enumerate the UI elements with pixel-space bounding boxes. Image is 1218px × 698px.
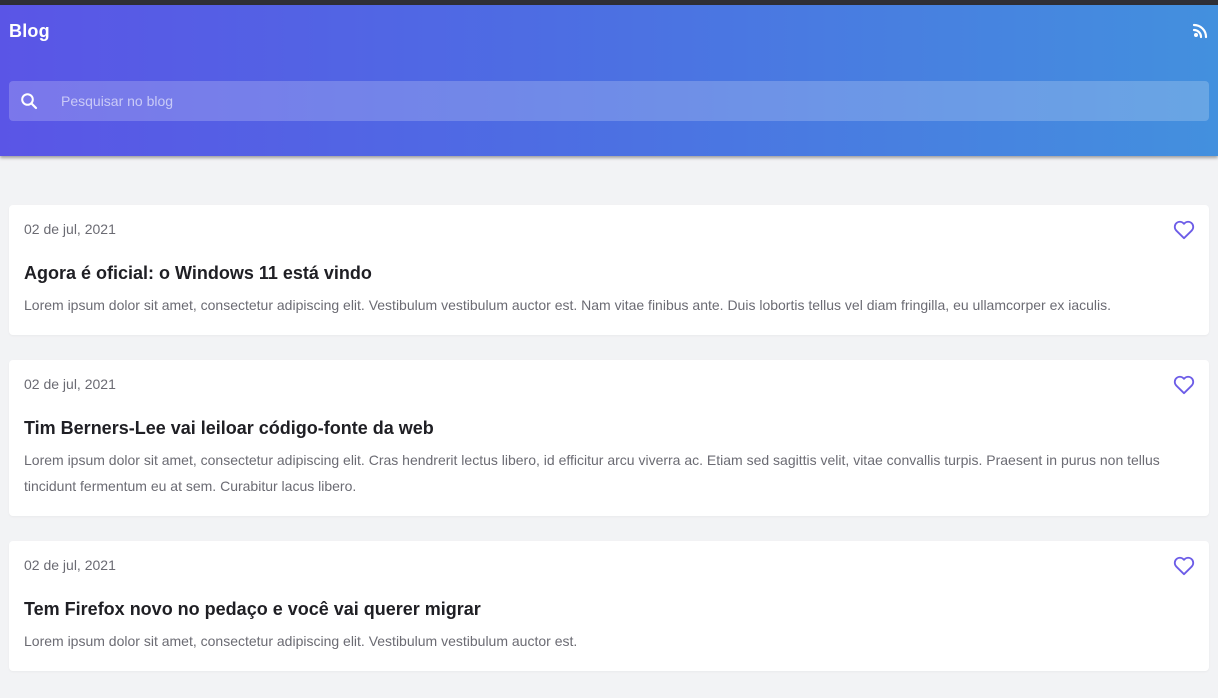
post-title[interactable]: Tem Firefox novo no pedaço e você vai qu… — [24, 597, 1194, 621]
post-card[interactable]: 02 de jul, 2021 Tim Berners-Lee vai leil… — [9, 360, 1209, 516]
heart-outline-icon[interactable] — [1173, 220, 1195, 240]
heart-outline-icon[interactable] — [1173, 375, 1195, 395]
search-icon — [19, 91, 39, 111]
post-card[interactable]: 02 de jul, 2021 Tem Firefox novo no peda… — [9, 541, 1209, 671]
blog-header: Blog — [0, 5, 1218, 156]
rss-feed-icon[interactable] — [1192, 23, 1208, 39]
post-list: 02 de jul, 2021 Agora é oficial: o Windo… — [9, 205, 1209, 696]
post-date: 02 de jul, 2021 — [24, 221, 116, 237]
heart-outline-icon[interactable] — [1173, 556, 1195, 576]
post-excerpt: Lorem ipsum dolor sit amet, consectetur … — [24, 452, 1160, 494]
post-excerpt: Lorem ipsum dolor sit amet, consectetur … — [24, 297, 1112, 313]
post-date: 02 de jul, 2021 — [24, 376, 116, 392]
search-input[interactable] — [59, 80, 1209, 122]
search-bar[interactable] — [9, 80, 1209, 122]
post-date: 02 de jul, 2021 — [24, 557, 116, 573]
post-card[interactable]: 02 de jul, 2021 Agora é oficial: o Windo… — [9, 205, 1209, 335]
post-title[interactable]: Tim Berners-Lee vai leiloar código-fonte… — [24, 416, 1194, 440]
post-title[interactable]: Agora é oficial: o Windows 11 está vindo — [24, 261, 1194, 285]
post-excerpt: Lorem ipsum dolor sit amet, consectetur … — [24, 633, 578, 649]
blog-title: Blog — [9, 21, 50, 41]
